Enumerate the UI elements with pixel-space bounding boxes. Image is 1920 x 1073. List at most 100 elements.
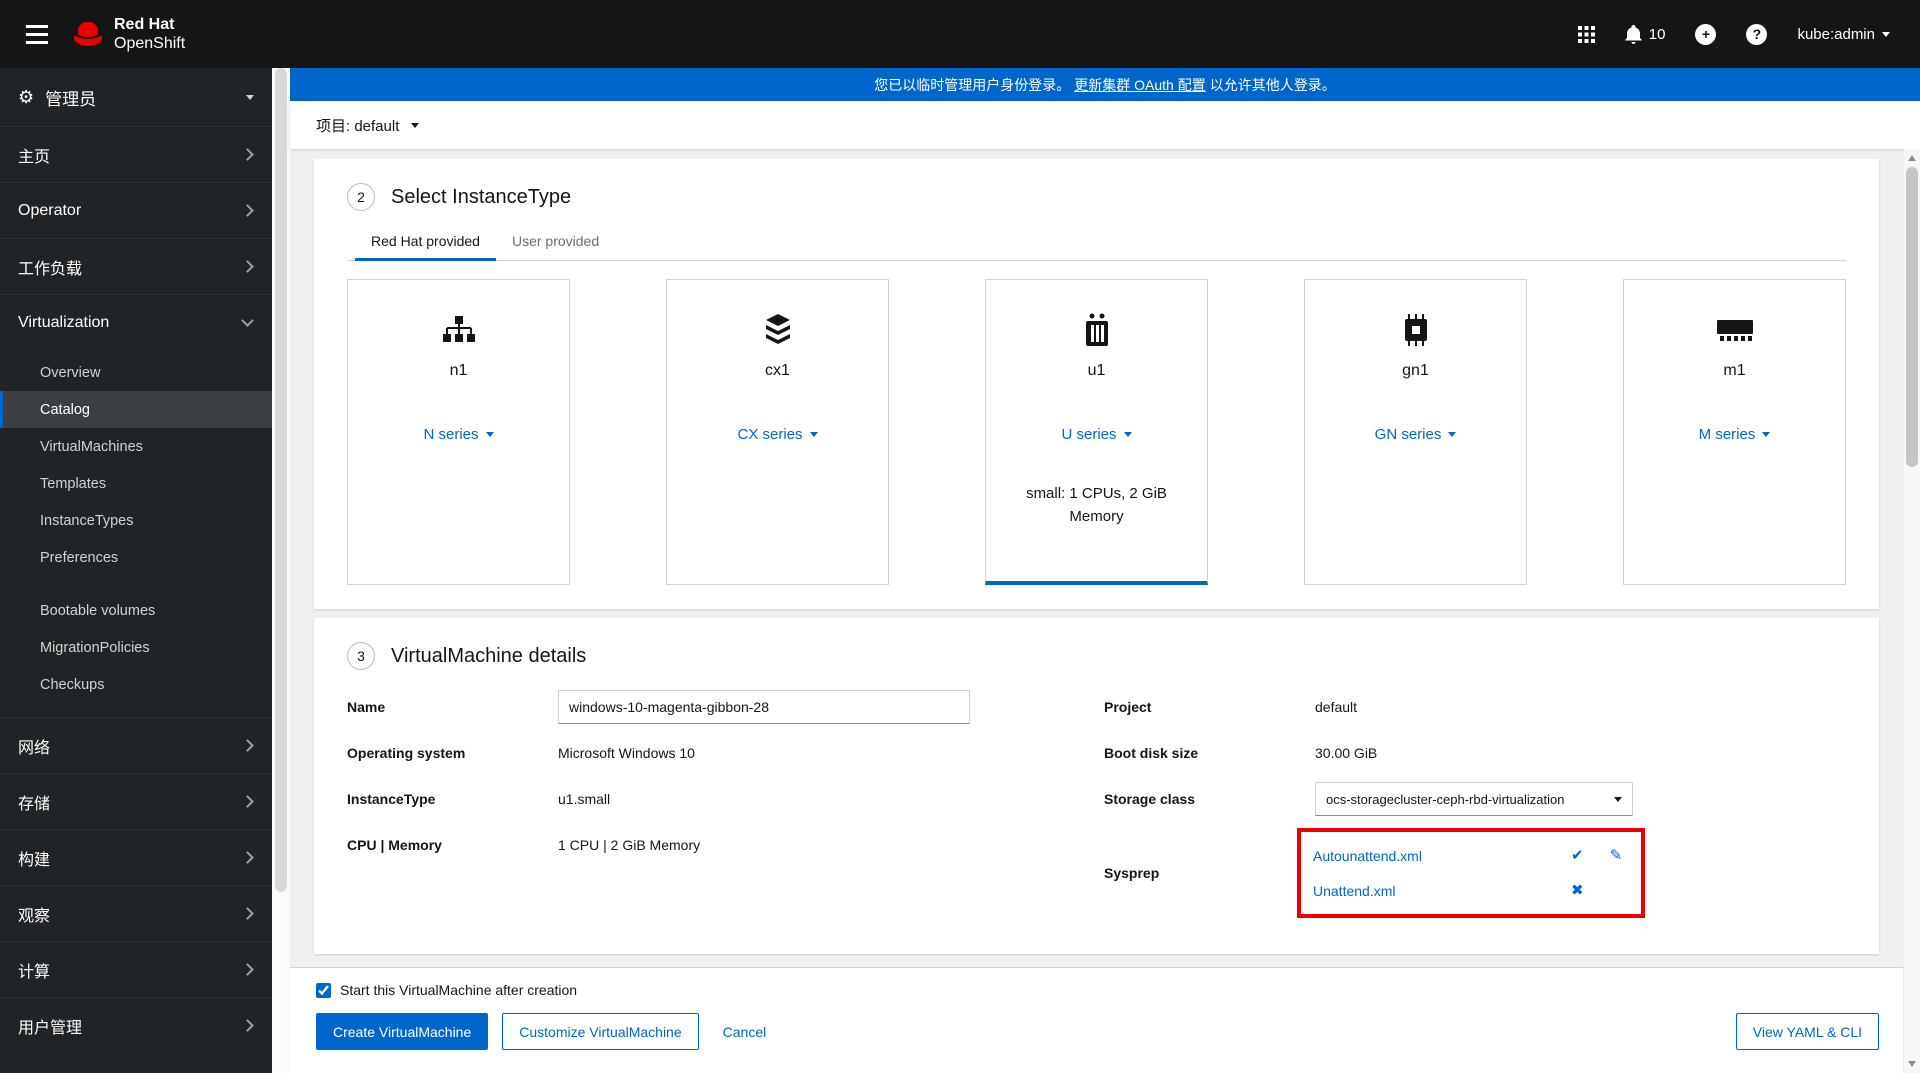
caret-down-icon	[1762, 432, 1771, 437]
caret-down-icon	[809, 432, 818, 437]
sidebar-item-compute[interactable]: 计算	[0, 941, 272, 997]
masthead: Red Hat OpenShift 10 + ? kube:admin	[0, 0, 1920, 68]
oauth-config-link[interactable]: 更新集群 OAuth 配置	[1074, 75, 1205, 95]
banner-text-suffix: 以允许其他人登录。	[1209, 76, 1336, 93]
sidebar-item-checkups[interactable]: Checkups	[0, 666, 272, 703]
m-series-dropdown[interactable]: M series	[1699, 426, 1771, 443]
tab-redhat-provided[interactable]: Red Hat provided	[355, 227, 496, 261]
sidebar-item-templates[interactable]: Templates	[0, 465, 272, 502]
primary-nav: 主页 Operator 工作负载 Virtualization Overview…	[0, 126, 272, 1053]
redhat-logo-icon	[74, 22, 102, 46]
sidebar-item-network[interactable]: 网络	[0, 717, 272, 773]
detail-row-storageclass: Storage class ocs-storagecluster-ceph-rb…	[1104, 782, 1846, 816]
chevron-right-icon	[241, 907, 254, 920]
caret-down-icon	[1448, 432, 1457, 437]
detail-row-name: Name	[347, 690, 1104, 724]
login-banner: 您已以临时管理用户身份登录。 更新集群 OAuth 配置 以允许其他人登录。	[290, 68, 1920, 101]
m-series-icon	[1624, 312, 1845, 348]
u-series-dropdown[interactable]: U series	[1061, 426, 1132, 443]
details-left-column: Name Operating system Microsoft Windows …	[347, 690, 1104, 930]
project-selector-label: 项目: default	[316, 117, 400, 135]
sidebar-item-overview[interactable]: Overview	[0, 354, 272, 391]
scroll-region: 2 Select InstanceType Red Hat provided U…	[290, 149, 1920, 967]
sidebar-item-user-management[interactable]: 用户管理	[0, 997, 272, 1053]
caret-down-icon	[1123, 432, 1132, 437]
instancetype-value: u1.small	[558, 791, 611, 807]
sidebar-item-virtualmachines[interactable]: VirtualMachines	[0, 428, 272, 465]
section-title: Select InstanceType	[391, 185, 572, 208]
bell-icon	[1625, 24, 1642, 44]
app-launcher-button[interactable]	[1577, 25, 1595, 43]
nav-toggle-button[interactable]	[18, 17, 56, 52]
instancetype-card-m1[interactable]: m1 M series	[1623, 279, 1846, 585]
sidebar-item-workloads[interactable]: 工作负载	[0, 238, 272, 294]
instancetype-card-n1[interactable]: n1 N series	[347, 279, 570, 585]
sidebar-item-virtualization[interactable]: Virtualization	[0, 294, 272, 350]
sidebar-item-operator[interactable]: Operator	[0, 182, 272, 238]
view-yaml-button[interactable]: View YAML & CLI	[1735, 1013, 1879, 1050]
sidebar-item-catalog[interactable]: Catalog	[0, 391, 272, 428]
virtualization-subnav-secondary: Bootable volumes MigrationPolicies Check…	[0, 592, 272, 703]
help-button[interactable]: ?	[1746, 23, 1768, 45]
caret-down-icon	[246, 94, 254, 100]
instancetype-card-u1[interactable]: u1 U series small: 1 CPUs, 2 GiB Memory	[985, 279, 1208, 585]
create-vm-button[interactable]: Create VirtualMachine	[316, 1013, 489, 1050]
sidebar-scrollbar-thumb[interactable]	[275, 68, 287, 893]
sidebar-item-builds[interactable]: 构建	[0, 829, 272, 885]
banner-text: 您已以临时管理用户身份登录。	[874, 76, 1071, 93]
instancetype-name: u1	[1087, 362, 1106, 379]
storage-class-select[interactable]: ocs-storagecluster-ceph-rbd-virtualizati…	[1315, 782, 1633, 816]
sidebar-item-observe[interactable]: 观察	[0, 885, 272, 941]
import-button[interactable]: +	[1695, 23, 1717, 45]
project-value: default	[1315, 699, 1358, 715]
scroll-up-arrow[interactable]	[1907, 155, 1916, 161]
start-after-creation-row[interactable]: Start this VirtualMachine after creation	[316, 982, 1879, 998]
project-selector[interactable]: 项目: default	[316, 115, 420, 136]
unattend-link[interactable]: Unattend.xml	[1313, 883, 1395, 899]
perspective-label: 管理员	[45, 89, 97, 109]
close-icon[interactable]: ✖	[1571, 883, 1584, 898]
sidebar-item-home[interactable]: 主页	[0, 126, 272, 182]
n-series-dropdown[interactable]: N series	[423, 426, 494, 443]
main-content: 您已以临时管理用户身份登录。 更新集群 OAuth 配置 以允许其他人登录。 项目:…	[290, 68, 1920, 1073]
scrollbar-thumb[interactable]	[1906, 167, 1918, 467]
notifications-button[interactable]: 10	[1625, 24, 1665, 44]
instancetype-card-cx1[interactable]: cx1 CX series	[666, 279, 889, 585]
chevron-right-icon	[241, 739, 254, 752]
cancel-button[interactable]: Cancel	[713, 1013, 777, 1050]
sidebar-item-migrationpolicies[interactable]: MigrationPolicies	[0, 629, 272, 666]
instancetype-name: m1	[1723, 362, 1746, 379]
cx-series-dropdown[interactable]: CX series	[737, 426, 818, 443]
chevron-right-icon	[241, 963, 254, 976]
chevron-right-icon	[241, 260, 254, 273]
vm-name-input[interactable]	[558, 690, 970, 724]
brand-text: Red Hat OpenShift	[114, 15, 185, 53]
sidebar-scrollbar[interactable]	[272, 68, 290, 1073]
customize-vm-button[interactable]: Customize VirtualMachine	[502, 1013, 699, 1050]
chevron-right-icon	[241, 1019, 254, 1032]
check-icon[interactable]: ✔	[1571, 848, 1584, 863]
sidebar-item-storage[interactable]: 存储	[0, 773, 272, 829]
u-series-icon	[986, 312, 1207, 348]
main-scrollbar[interactable]	[1903, 149, 1920, 1073]
tab-user-provided[interactable]: User provided	[496, 227, 615, 261]
instancetype-card-gn1[interactable]: gn1 GN series	[1304, 279, 1527, 585]
scroll-down-arrow[interactable]	[1907, 1061, 1916, 1067]
pencil-icon[interactable]: ✎	[1610, 848, 1623, 863]
gn-series-dropdown[interactable]: GN series	[1375, 426, 1457, 443]
gear-icon: ⚙	[18, 87, 35, 107]
start-checkbox[interactable]	[316, 982, 331, 998]
bootdisk-value: 30.00 GiB	[1315, 745, 1378, 761]
perspective-switcher[interactable]: ⚙ 管理员	[0, 68, 272, 126]
step-number: 3	[347, 642, 375, 670]
wizard-footer: Start this VirtualMachine after creation…	[290, 967, 1920, 1073]
brand[interactable]: Red Hat OpenShift	[72, 15, 185, 53]
sidebar-item-instancetypes[interactable]: InstanceTypes	[0, 502, 272, 539]
sidebar-item-bootable-volumes[interactable]: Bootable volumes	[0, 592, 272, 629]
sidebar: ⚙ 管理员 主页 Operator 工作负载 Virtualization Ov…	[0, 68, 290, 1073]
sysprep-file-row: Autounattend.xml ✔ ✎	[1313, 840, 1629, 871]
brand-line2: OpenShift	[114, 35, 186, 52]
autounattend-link[interactable]: Autounattend.xml	[1313, 848, 1422, 864]
user-menu[interactable]: kube:admin	[1797, 26, 1890, 43]
sidebar-item-preferences[interactable]: Preferences	[0, 539, 272, 576]
